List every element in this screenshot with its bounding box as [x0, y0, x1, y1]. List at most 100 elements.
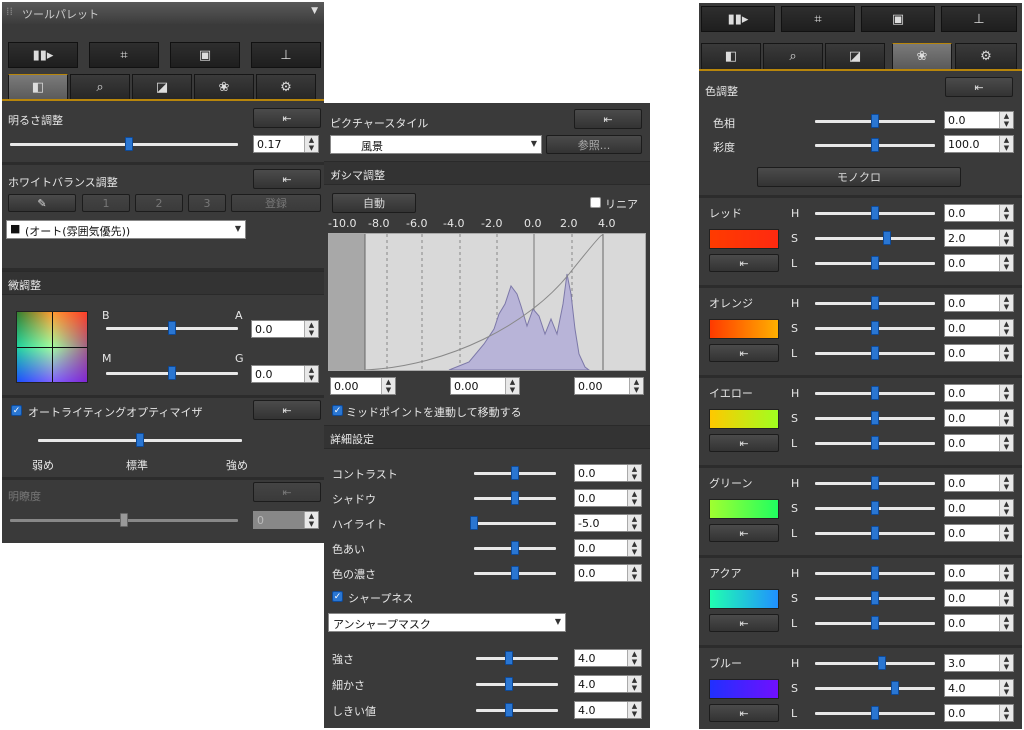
l-field[interactable]: 0.0 ▲ ▼: [944, 614, 1014, 632]
grip-icon[interactable]: ⁞⁞: [6, 5, 13, 18]
spin-arrows[interactable]: ▲ ▼: [999, 500, 1013, 516]
spin-arrows[interactable]: ▲ ▼: [627, 565, 641, 581]
h-field[interactable]: 0.0 ▲ ▼: [944, 204, 1014, 222]
monochrome-button[interactable]: モノクロ: [757, 167, 961, 187]
h-field[interactable]: 0.0 ▲ ▼: [944, 384, 1014, 402]
slider-thumb[interactable]: [871, 206, 879, 220]
spin-arrows[interactable]: ▲ ▼: [627, 702, 641, 718]
spin-arrows[interactable]: ▲ ▼: [627, 515, 641, 531]
l-field[interactable]: 0.0 ▲ ▼: [944, 434, 1014, 452]
hue-slider[interactable]: [815, 662, 935, 665]
spin-arrows[interactable]: ▲ ▼: [999, 112, 1013, 128]
detail-row-field[interactable]: -5.0 ▲ ▼: [574, 514, 642, 532]
slider-thumb[interactable]: [511, 566, 519, 580]
wb-reset-button[interactable]: ⇤: [253, 169, 321, 189]
spin-arrows[interactable]: ▲ ▼: [999, 475, 1013, 491]
slider-thumb[interactable]: [871, 706, 879, 720]
slider-thumb[interactable]: [136, 433, 144, 447]
slider-thumb[interactable]: [871, 321, 879, 335]
s-field[interactable]: 0.0 ▲ ▼: [944, 319, 1014, 337]
slider-thumb[interactable]: [871, 411, 879, 425]
gamma-mid-field[interactable]: 0.00 ▲ ▼: [450, 377, 520, 395]
spin-arrows[interactable]: ▲ ▼: [999, 295, 1013, 311]
midpoint-checkbox[interactable]: ✓: [332, 405, 343, 416]
tool-compare[interactable]: ▮▮▸: [8, 42, 78, 68]
l-field[interactable]: 0.0 ▲ ▼: [944, 524, 1014, 542]
saturation-slider[interactable]: [815, 237, 935, 240]
menu-dropdown-icon[interactable]: ▼: [311, 6, 318, 16]
alo-checkbox[interactable]: ✓: [11, 405, 22, 416]
wb-preset-3[interactable]: 3: [188, 194, 226, 212]
saturation-slider[interactable]: [815, 687, 935, 690]
sharpness-row-field[interactable]: 4.0 ▲ ▼: [574, 701, 642, 719]
tab-settings[interactable]: ⚙: [256, 74, 316, 100]
spin-arrows[interactable]: ▲ ▼: [999, 590, 1013, 606]
tab-brightness[interactable]: ◧: [8, 74, 68, 100]
gamma-histogram[interactable]: [328, 233, 646, 371]
slider-thumb[interactable]: [871, 346, 879, 360]
tool-crop[interactable]: ⌗: [781, 6, 855, 32]
fine-tune-header[interactable]: 微調整 ⌄⌄: [2, 271, 324, 295]
slider-thumb[interactable]: [883, 231, 891, 245]
slider-thumb[interactable]: [871, 114, 879, 128]
color-grid[interactable]: [16, 311, 88, 383]
detail-header[interactable]: 詳細設定 ⌄⌄: [324, 425, 650, 449]
spin-arrows[interactable]: ▲ ▼: [999, 385, 1013, 401]
spin-arrows[interactable]: ▲ ▼: [999, 525, 1013, 541]
l-field[interactable]: 0.0 ▲ ▼: [944, 344, 1014, 362]
spin-arrows[interactable]: ▲ ▼: [304, 366, 318, 382]
sharpness-row-field[interactable]: 4.0 ▲ ▼: [574, 649, 642, 667]
color-reset-button[interactable]: ⇤: [709, 704, 779, 722]
browse-button[interactable]: 参照...: [546, 135, 642, 154]
saturation-value-field[interactable]: 100.0 ▲ ▼: [944, 135, 1014, 153]
gamma-black-field[interactable]: 0.00 ▲ ▼: [330, 377, 396, 395]
color-reset-button[interactable]: ⇤: [709, 524, 779, 542]
hue-value-field[interactable]: 0.0 ▲ ▼: [944, 111, 1014, 129]
gamma-header[interactable]: ガンマ調整 ⌄⌄: [324, 161, 650, 185]
tab-color[interactable]: ❀: [892, 43, 952, 69]
spin-arrows[interactable]: ▲ ▼: [999, 705, 1013, 721]
sharpness-checkbox[interactable]: ✓: [332, 591, 343, 602]
alo-reset-button[interactable]: ⇤: [253, 400, 321, 420]
tool-stamp[interactable]: ⊥: [941, 6, 1017, 32]
slider-thumb[interactable]: [168, 321, 176, 335]
slider-thumb[interactable]: [871, 501, 879, 515]
s-field[interactable]: 0.0 ▲ ▼: [944, 409, 1014, 427]
tab-brightness[interactable]: ◧: [701, 43, 761, 69]
brightness-reset-button[interactable]: ⇤: [253, 108, 321, 128]
l-field[interactable]: 0.0 ▲ ▼: [944, 704, 1014, 722]
slider-thumb[interactable]: [168, 366, 176, 380]
slider-thumb[interactable]: [871, 616, 879, 630]
spin-arrows[interactable]: ▲ ▼: [505, 378, 519, 394]
slider-thumb[interactable]: [120, 513, 128, 527]
slider-thumb[interactable]: [871, 566, 879, 580]
color-reset-button[interactable]: ⇤: [709, 254, 779, 272]
spin-arrows[interactable]: ▲ ▼: [304, 136, 318, 152]
spin-arrows[interactable]: ▲ ▼: [627, 676, 641, 692]
tool-crop[interactable]: ⌗: [89, 42, 159, 68]
spin-arrows[interactable]: ▲ ▼: [999, 320, 1013, 336]
wb-preset-1[interactable]: 1: [82, 194, 130, 212]
spin-arrows[interactable]: ▲ ▼: [999, 255, 1013, 271]
tool-stamp[interactable]: ⊥: [251, 42, 321, 68]
slider-thumb[interactable]: [871, 526, 879, 540]
wb-register-button[interactable]: 登録: [231, 194, 321, 212]
detail-row-field[interactable]: 0.0 ▲ ▼: [574, 489, 642, 507]
sharpness-mode-select[interactable]: アンシャープマスク ▼: [328, 613, 566, 632]
slider-thumb[interactable]: [511, 466, 519, 480]
sharpness-row-field[interactable]: 4.0 ▲ ▼: [574, 675, 642, 693]
h-field[interactable]: 0.0 ▲ ▼: [944, 474, 1014, 492]
slider-thumb[interactable]: [504, 651, 513, 665]
spin-arrows[interactable]: ▲ ▼: [999, 680, 1013, 696]
s-field[interactable]: 2.0 ▲ ▼: [944, 229, 1014, 247]
spin-arrows[interactable]: ▲ ▼: [999, 410, 1013, 426]
h-field[interactable]: 0.0 ▲ ▼: [944, 294, 1014, 312]
slider-thumb[interactable]: [504, 677, 513, 691]
h-field[interactable]: 3.0 ▲ ▼: [944, 654, 1014, 672]
brightness-value-field[interactable]: 0.17 ▲ ▼: [253, 135, 319, 153]
tool-image[interactable]: ▣: [861, 6, 935, 32]
slider-thumb[interactable]: [504, 703, 513, 717]
spin-arrows[interactable]: ▲ ▼: [999, 615, 1013, 631]
spin-arrows[interactable]: ▲ ▼: [999, 205, 1013, 221]
tab-settings[interactable]: ⚙: [955, 43, 1017, 69]
